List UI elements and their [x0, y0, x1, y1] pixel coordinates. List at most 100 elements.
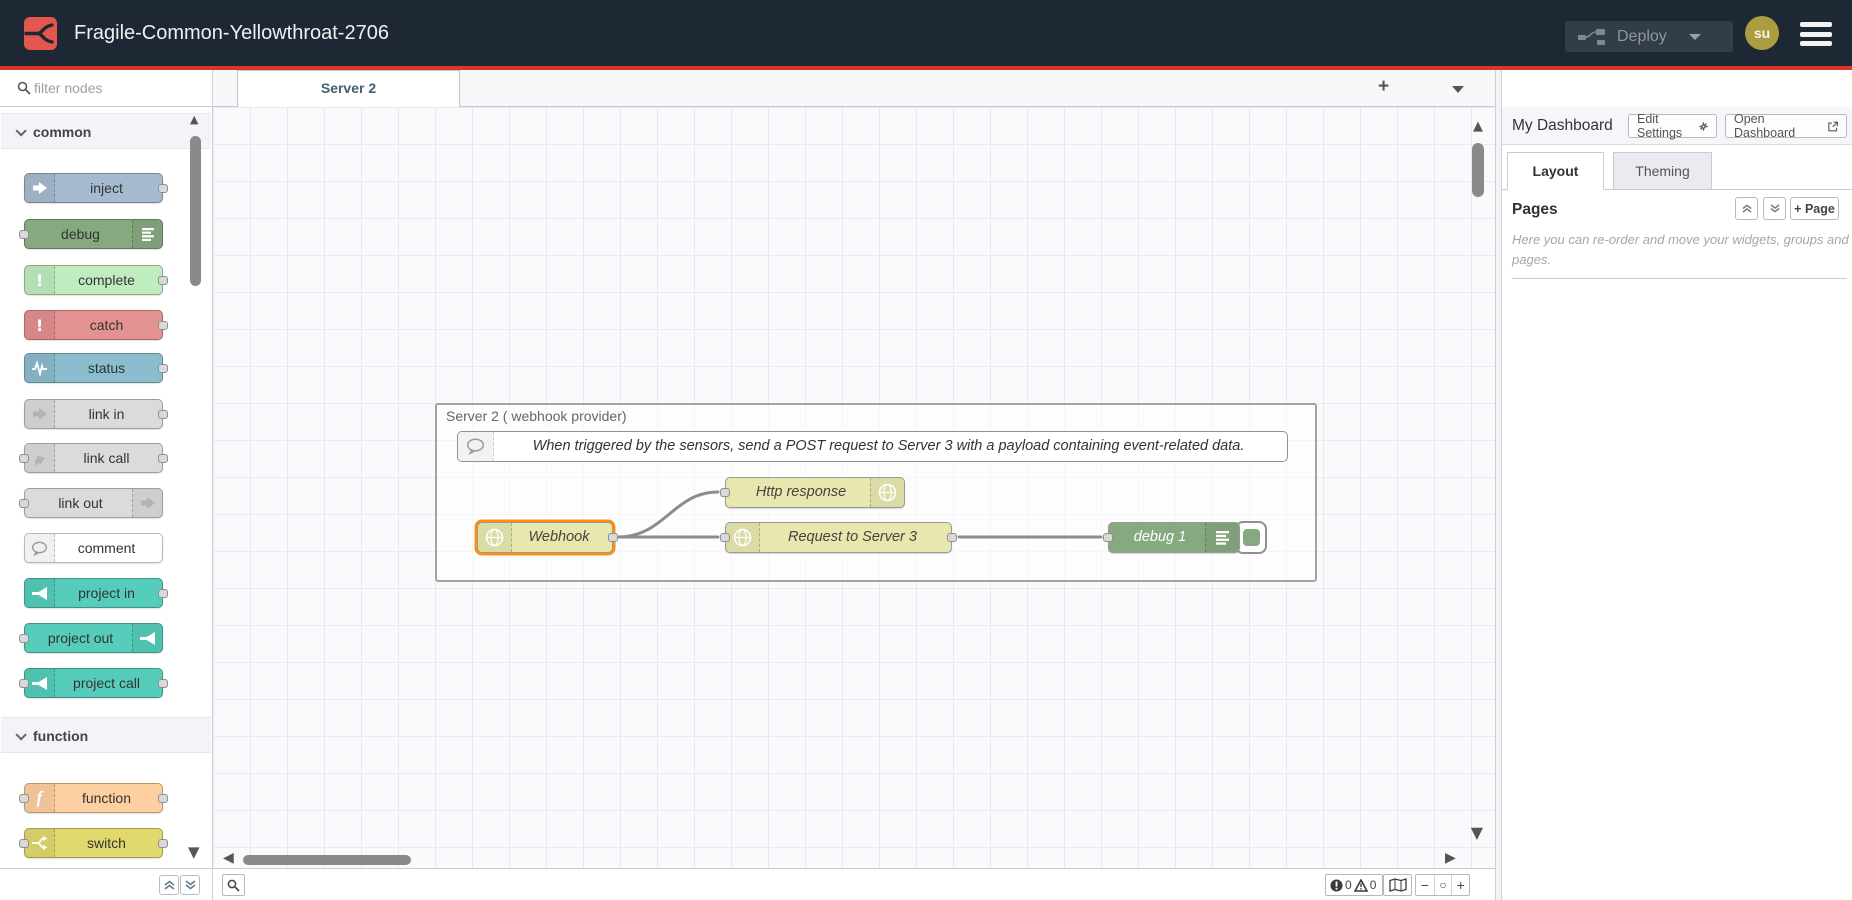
palette-node-inject[interactable]: inject: [24, 173, 163, 203]
palette-scrollbar-thumb[interactable]: [190, 136, 201, 286]
link-call-icon: [25, 444, 55, 472]
palette-node-function[interactable]: f function: [24, 783, 163, 813]
map-icon: [1389, 878, 1407, 892]
palette-node-catch[interactable]: ! catch: [24, 310, 163, 340]
palette-node-debug[interactable]: debug: [24, 219, 163, 249]
zoom-in-button[interactable]: +: [1451, 875, 1469, 895]
output-port: [158, 679, 168, 688]
double-chevron-down-icon: [1770, 204, 1780, 213]
edit-settings-button[interactable]: Edit Settings: [1628, 114, 1717, 138]
palette-node-project-out[interactable]: project out: [24, 623, 163, 653]
canvas-scroll-right-arrow[interactable]: ▶: [1445, 850, 1456, 866]
flow-status-badge[interactable]: 0 0: [1325, 874, 1383, 896]
deploy-caret-icon[interactable]: [1689, 34, 1701, 40]
palette-node-project-call[interactable]: project call: [24, 668, 163, 698]
navigator-button[interactable]: [1383, 874, 1412, 896]
input-port[interactable]: [720, 488, 730, 497]
main-menu-button[interactable]: [1800, 22, 1832, 46]
input-port: [19, 794, 29, 803]
flow-node-webhook[interactable]: Webhook: [477, 522, 613, 553]
dashboard-subtabs: Layout Theming: [1502, 152, 1852, 190]
debug-lines-icon: [132, 220, 162, 248]
output-port: [158, 364, 168, 373]
output-port[interactable]: [947, 533, 957, 542]
canvas-search-button[interactable]: [222, 874, 245, 896]
palette-node-status[interactable]: status: [24, 353, 163, 383]
filter-nodes-input[interactable]: [34, 76, 199, 100]
pages-divider: [1512, 278, 1847, 279]
palette-node-link-out[interactable]: link out: [24, 488, 163, 518]
palette-node-link-in[interactable]: link in: [24, 399, 163, 429]
output-port: [158, 454, 168, 463]
dashboard-title: My Dashboard: [1512, 107, 1613, 145]
palette-node-comment[interactable]: comment: [24, 533, 163, 563]
flow-canvas-grid[interactable]: Server 2 ( webhook provider) When trigge…: [213, 107, 1495, 868]
flow-node-comment[interactable]: When triggered by the sensors, send a PO…: [457, 431, 1288, 462]
palette-category-function[interactable]: function: [1, 717, 211, 753]
palette-node-switch[interactable]: switch: [24, 828, 163, 858]
palette-category-common[interactable]: common: [1, 113, 211, 149]
tab-theming[interactable]: Theming: [1613, 152, 1712, 190]
user-avatar[interactable]: su: [1745, 16, 1779, 50]
open-dashboard-button[interactable]: Open Dashboard: [1725, 114, 1847, 138]
group-title: Server 2 ( webhook provider): [446, 408, 627, 424]
exclamation-icon: !: [25, 311, 55, 339]
link-arrow-icon: [132, 489, 162, 517]
output-port: [158, 184, 168, 193]
palette-scroll-area: common inject debug: [0, 107, 212, 868]
flow-node-debug1[interactable]: debug 1: [1108, 522, 1240, 553]
move-page-up-button[interactable]: [1735, 197, 1758, 220]
output-port: [158, 589, 168, 598]
palette-scroll-up-arrow[interactable]: ▲: [190, 113, 198, 126]
flow-node-request-to-server3[interactable]: Request to Server 3: [725, 522, 952, 553]
pages-description: Here you can re-order and move your widg…: [1512, 230, 1852, 270]
speech-bubble-icon: [458, 432, 494, 461]
warning-count: 0: [1370, 878, 1377, 892]
palette-node-link-call[interactable]: link call: [24, 443, 163, 473]
double-chevron-up-icon: [164, 880, 175, 890]
deploy-button[interactable]: Deploy: [1565, 21, 1733, 52]
canvas-footer: 0 0 − ○ +: [213, 868, 1495, 900]
canvas-scroll-up-arrow[interactable]: ▲: [1473, 119, 1483, 134]
globe-icon: [726, 523, 760, 552]
project-logo-icon: [132, 624, 162, 652]
double-chevron-up-icon: [1742, 204, 1752, 213]
tab-layout[interactable]: Layout: [1507, 152, 1604, 190]
function-f-icon: f: [25, 784, 55, 812]
palette-node-project-in[interactable]: project in: [24, 578, 163, 608]
project-logo-icon: [25, 579, 55, 607]
palette-scroll-down-arrow[interactable]: ▼: [188, 843, 200, 861]
project-logo-icon: [25, 669, 55, 697]
zoom-out-button[interactable]: −: [1416, 875, 1434, 895]
zoom-controls: − ○ +: [1415, 874, 1470, 896]
dashboard-header-row: My Dashboard Edit Settings Open Dashboar…: [1502, 107, 1852, 145]
canvas-vscrollbar-thumb[interactable]: [1472, 143, 1484, 197]
sidebar-resize-handle[interactable]: [1495, 70, 1502, 900]
warning-triangle-icon: [1354, 879, 1368, 892]
canvas-hscrollbar-thumb[interactable]: [243, 855, 411, 865]
move-page-down-button[interactable]: [1763, 197, 1786, 220]
output-port[interactable]: [608, 533, 618, 542]
input-port[interactable]: [720, 533, 730, 542]
input-port: [19, 839, 29, 848]
output-port: [158, 276, 168, 285]
palette-expand-all-button[interactable]: [180, 875, 200, 895]
chevron-down-icon: [15, 729, 26, 740]
output-port: [158, 410, 168, 419]
palette-collapse-all-button[interactable]: [159, 875, 179, 895]
gear-icon: [1699, 121, 1708, 132]
switch-branch-icon: [25, 829, 55, 857]
speech-bubble-icon: [25, 534, 55, 562]
palette: common inject debug: [0, 70, 213, 900]
canvas-scroll-left-arrow[interactable]: ◀: [223, 850, 234, 866]
globe-icon: [870, 478, 904, 507]
pulse-icon: [25, 354, 55, 382]
flow-node-http-response[interactable]: Http response: [725, 477, 905, 508]
exclamation-icon: !: [25, 266, 55, 294]
add-page-button[interactable]: + Page: [1790, 197, 1839, 220]
canvas-scroll-down-arrow[interactable]: ▼: [1471, 823, 1483, 842]
palette-node-complete[interactable]: ! complete: [24, 265, 163, 295]
input-port[interactable]: [1103, 533, 1113, 542]
input-port: [19, 230, 29, 239]
zoom-reset-button[interactable]: ○: [1434, 875, 1452, 895]
